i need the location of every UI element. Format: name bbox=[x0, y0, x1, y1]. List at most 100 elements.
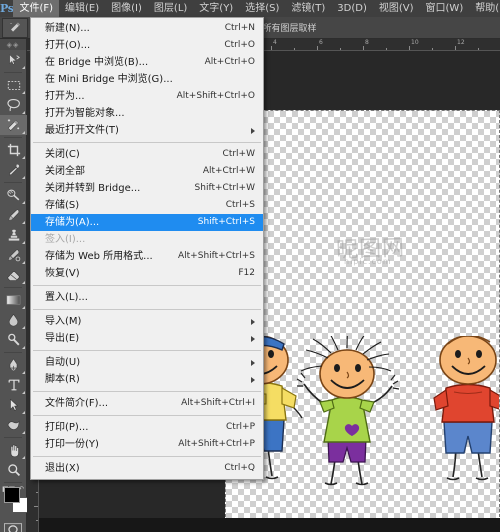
menu-scripts-label: 脚本(R) bbox=[45, 374, 80, 385]
menu-export-label: 导出(E) bbox=[45, 333, 80, 344]
path-selection-tool[interactable] bbox=[0, 395, 27, 415]
menu-exit-label: 退出(X) bbox=[45, 463, 80, 474]
menu-close[interactable]: 关闭(C) Ctrl+W bbox=[31, 146, 263, 163]
hand-icon bbox=[7, 443, 21, 458]
menu-save-as[interactable]: 存储为(A)... Shift+Ctrl+S bbox=[31, 214, 263, 231]
menu-export[interactable]: 导出(E) bbox=[31, 330, 263, 347]
foreground-color-swatch[interactable] bbox=[4, 487, 20, 503]
menu-image[interactable]: 图像(I) bbox=[105, 0, 148, 17]
menu-open[interactable]: 打开(O)... Ctrl+O bbox=[31, 37, 263, 54]
photoshop-window: Ps 文件(F) 编辑(E) 图像(I) 图层(L) 文字(Y) 选择(S) 滤镜(T) 3D… bbox=[0, 0, 500, 532]
menu-open-recent[interactable]: 最近打开文件(T) bbox=[31, 122, 263, 139]
menu-import[interactable]: 导入(M) bbox=[31, 313, 263, 330]
menu-print-one-copy[interactable]: 打印一份(Y) Alt+Shift+Ctrl+P bbox=[31, 436, 263, 453]
lasso-tool[interactable] bbox=[0, 95, 27, 115]
tool-flyout-indicator bbox=[22, 201, 25, 204]
menu-revert-label: 恢复(V) bbox=[45, 268, 80, 279]
menu-view[interactable]: 视图(V) bbox=[373, 0, 420, 17]
eyedropper-tool[interactable] bbox=[0, 160, 27, 180]
menu-save-as-label: 存储为(A)... bbox=[45, 217, 100, 228]
menu-separator bbox=[33, 391, 261, 392]
magic-wand-tool[interactable] bbox=[0, 115, 27, 135]
menu-close-and-go-to-bridge[interactable]: 关闭并转到 Bridge... Shift+Ctrl+W bbox=[31, 180, 263, 197]
menu-file-info[interactable]: 文件简介(F)... Alt+Shift+Ctrl+I bbox=[31, 395, 263, 412]
menu-check-in-label: 签入(I)... bbox=[45, 234, 86, 245]
magic-wand-icon[interactable] bbox=[2, 17, 28, 38]
menu-print[interactable]: 打印(P)... Ctrl+P bbox=[31, 419, 263, 436]
gradient-tool[interactable] bbox=[0, 290, 27, 310]
menu-browse-bridge-label: 在 Bridge 中浏览(B)... bbox=[45, 57, 149, 68]
photoshop-logo: Ps bbox=[0, 2, 14, 15]
menu-filter[interactable]: 滤镜(T) bbox=[285, 0, 331, 17]
tool-flyout-indicator bbox=[22, 371, 25, 374]
menu-select[interactable]: 选择(S) bbox=[239, 0, 285, 17]
menu-close-and-go-to-bridge-shortcut: Shift+Ctrl+W bbox=[194, 183, 255, 193]
menu-open-as[interactable]: 打开为... Alt+Shift+Ctrl+O bbox=[31, 88, 263, 105]
blur-tool[interactable] bbox=[0, 310, 27, 330]
menu-edit[interactable]: 编辑(E) bbox=[59, 0, 105, 17]
menu-open-as-smart-object[interactable]: 打开为智能对象... bbox=[31, 105, 263, 122]
menu-browse-bridge[interactable]: 在 Bridge 中浏览(B)... Alt+Ctrl+O bbox=[31, 54, 263, 71]
ruler-label: 8 bbox=[365, 39, 369, 46]
menu-open-shortcut: Ctrl+O bbox=[224, 40, 255, 50]
menu-open-as-shortcut: Alt+Shift+Ctrl+O bbox=[176, 91, 255, 101]
menu-type[interactable]: 文字(Y) bbox=[193, 0, 239, 17]
menu-file[interactable]: 文件(F) bbox=[13, 0, 60, 17]
dodge-tool[interactable] bbox=[0, 330, 27, 350]
ruler-label: 10 bbox=[411, 39, 419, 46]
pen-tool[interactable] bbox=[0, 355, 27, 375]
menu-help[interactable]: 帮助(H) bbox=[469, 0, 500, 17]
menu-save-for-web[interactable]: 存储为 Web 所用格式... Alt+Shift+Ctrl+S bbox=[31, 248, 263, 265]
rectangular-marquee-tool[interactable] bbox=[0, 75, 27, 95]
menu-layer[interactable]: 图层(L) bbox=[148, 0, 193, 17]
submenu-arrow-icon bbox=[251, 335, 255, 342]
document-canvas[interactable]: 昵图网 nipic.com bbox=[225, 110, 500, 522]
menu-save[interactable]: 存储(S) Ctrl+S bbox=[31, 197, 263, 214]
brush-tool[interactable] bbox=[0, 205, 27, 225]
tools-panel: ◈◈ ■□ ↶ bbox=[0, 39, 28, 532]
type-tool[interactable] bbox=[0, 375, 27, 395]
menu-3d[interactable]: 3D(D) bbox=[331, 0, 373, 17]
history-brush-tool[interactable] bbox=[0, 245, 27, 265]
menu-close-shortcut: Ctrl+W bbox=[222, 149, 255, 159]
menu-place[interactable]: 置入(L)... bbox=[31, 289, 263, 306]
menu-revert[interactable]: 恢复(V) F12 bbox=[31, 265, 263, 282]
spot-healing-brush-tool[interactable] bbox=[0, 185, 27, 205]
menu-print-shortcut: Ctrl+P bbox=[226, 422, 255, 432]
menu-check-in: 签入(I)... bbox=[31, 231, 263, 248]
submenu-arrow-icon bbox=[251, 376, 255, 383]
move-tool[interactable] bbox=[0, 50, 27, 70]
menu-window[interactable]: 窗口(W) bbox=[420, 0, 470, 17]
eraser-tool[interactable] bbox=[0, 265, 27, 285]
tools-panel-grip[interactable]: ◈◈ bbox=[0, 39, 26, 50]
shape-tool[interactable] bbox=[0, 415, 27, 435]
healing-icon bbox=[6, 188, 21, 202]
tool-flyout-indicator bbox=[22, 391, 25, 394]
tool-flyout-indicator bbox=[22, 326, 25, 329]
color-swatches[interactable]: ■□ ↶ bbox=[0, 485, 28, 519]
menu-close-all-label: 关闭全部 bbox=[45, 166, 85, 177]
hand-tool[interactable] bbox=[0, 440, 27, 460]
tool-flyout-indicator bbox=[22, 241, 25, 244]
brush-icon bbox=[7, 208, 21, 222]
menu-new[interactable]: 新建(N)... Ctrl+N bbox=[31, 20, 263, 37]
history-brush-icon bbox=[7, 248, 21, 262]
menu-browse-mini-bridge[interactable]: 在 Mini Bridge 中浏览(G)... bbox=[31, 71, 263, 88]
menu-open-as-label: 打开为... bbox=[45, 91, 85, 102]
ruler-label: 12 bbox=[457, 39, 465, 46]
tool-flyout-indicator bbox=[22, 431, 25, 434]
quick-mask-icon[interactable] bbox=[0, 519, 26, 532]
menu-exit[interactable]: 退出(X) Ctrl+Q bbox=[31, 460, 263, 477]
zoom-tool[interactable] bbox=[0, 460, 27, 480]
crop-tool[interactable] bbox=[0, 140, 27, 160]
toolbar-divider bbox=[4, 72, 22, 73]
menu-scripts[interactable]: 脚本(R) bbox=[31, 371, 263, 388]
menu-print-one-copy-shortcut: Alt+Shift+Ctrl+P bbox=[178, 439, 255, 449]
clone-stamp-tool[interactable] bbox=[0, 225, 27, 245]
eraser-icon bbox=[6, 269, 21, 282]
toolbar-divider bbox=[4, 137, 22, 138]
menu-automate[interactable]: 自动(U) bbox=[31, 354, 263, 371]
menu-close-all[interactable]: 关闭全部 Alt+Ctrl+W bbox=[31, 163, 263, 180]
file-menu-dropdown[interactable]: 新建(N)... Ctrl+N 打开(O)... Ctrl+O 在 Bridge 中浏览… bbox=[30, 17, 264, 480]
toolbar-divider bbox=[4, 182, 22, 183]
